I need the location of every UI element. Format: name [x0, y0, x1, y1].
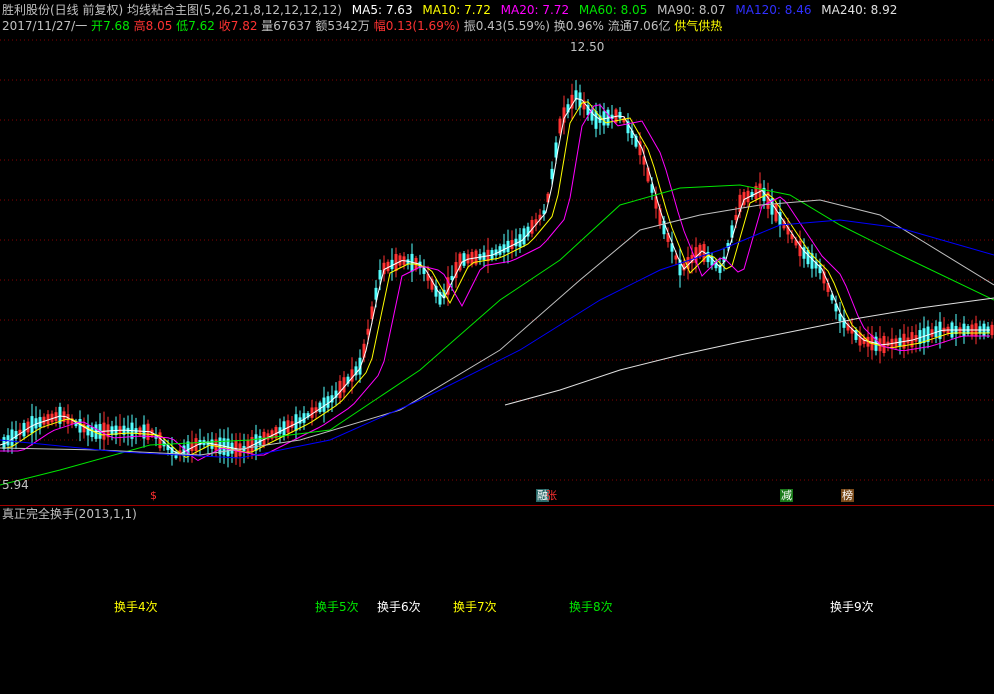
high-value: 8.05	[145, 19, 173, 33]
ma120-label: MA120:	[735, 3, 781, 17]
ma120-line	[0, 219, 994, 459]
candle-body	[254, 434, 258, 451]
ma90-label: MA90:	[657, 3, 696, 17]
ma60-label: MA60:	[578, 3, 617, 17]
ma120-value: 8.46	[784, 3, 812, 17]
turnover-label-4: 换手4次	[114, 600, 158, 614]
candle-body	[522, 228, 526, 245]
candle-body	[14, 431, 18, 439]
candle-body	[390, 259, 394, 270]
candle-body	[326, 396, 330, 408]
candlestick-chart[interactable]	[0, 0, 994, 505]
change-value: 0.13(1.69%)	[385, 19, 460, 33]
bang-marker[interactable]: 榜	[841, 489, 854, 502]
ma20-line	[0, 104, 990, 462]
turnover-label-8: 换手8次	[569, 600, 613, 614]
candle-body	[838, 313, 842, 322]
candle-body	[618, 111, 622, 119]
panel-divider	[0, 505, 994, 506]
quote-bar: 2017/11/27/一 开7.68 高8.05 低7.62 收7.82 量67…	[2, 18, 722, 34]
candle-body	[806, 249, 810, 265]
candle-body	[550, 168, 554, 180]
ma5-label: MA5:	[351, 3, 383, 17]
candle-body	[318, 402, 322, 413]
ma10-label: MA10:	[422, 3, 461, 17]
ma20-value: 7.72	[542, 3, 570, 17]
candle-body	[302, 413, 306, 423]
turnover-label-6: 换手6次	[377, 600, 421, 614]
ma240-label: MA240:	[821, 3, 867, 17]
candle-body	[498, 246, 502, 255]
candle-body	[462, 253, 466, 266]
ma5-value: 7.63	[385, 3, 413, 17]
candle-body	[90, 426, 94, 438]
candle-body	[258, 435, 262, 446]
low-label: 低	[176, 19, 189, 33]
candle-body	[378, 270, 382, 280]
candle-body	[650, 184, 654, 193]
candle-body	[494, 249, 498, 256]
close-value: 7.82	[230, 19, 258, 33]
candle-body	[594, 111, 598, 129]
amplitude-value: 振0.43(5.59%)	[463, 19, 550, 33]
min-price-label: 5.94	[2, 478, 29, 492]
open-label: 开	[91, 19, 104, 33]
ma90-value: 8.07	[698, 3, 726, 17]
ma10-value: 7.72	[464, 3, 491, 17]
volume-value: 量67637	[261, 19, 312, 33]
low-value: 7.62	[188, 19, 215, 33]
candle-body	[322, 397, 326, 412]
chart-title: 胜利股份(日线 前复权) 均线粘合主图(5,26,21,8,12,12,12,1…	[2, 3, 342, 17]
turnover-label-5: 换手5次	[315, 600, 359, 614]
quote-date: 2017/11/27/一	[2, 19, 88, 33]
zhang-marker[interactable]: 张	[545, 489, 558, 502]
candle-body	[78, 419, 82, 433]
candle-body	[10, 429, 14, 446]
max-price-label: 12.50	[570, 40, 605, 54]
change-label: 幅	[373, 19, 386, 33]
jian-marker[interactable]: 减	[780, 489, 793, 502]
candle-body	[518, 234, 522, 247]
candle-body	[86, 425, 90, 436]
candle-body	[506, 240, 510, 253]
candle-body	[450, 275, 454, 281]
indicator-header: 胜利股份(日线 前复权) 均线粘合主图(5,26,21,8,12,12,12,1…	[2, 2, 897, 18]
turnover-value: 换0.96%	[553, 19, 604, 33]
dollar-marker[interactable]: $	[150, 489, 157, 502]
ma240-value: 8.92	[870, 3, 898, 17]
turnover-label-7: 换手7次	[453, 600, 497, 614]
candle-body	[282, 421, 286, 436]
candle-body	[278, 427, 282, 434]
candle-body	[30, 416, 34, 434]
close-label: 收	[218, 19, 231, 33]
open-value: 7.68	[103, 19, 130, 33]
ma20-label: MA20:	[500, 3, 539, 17]
candle-body	[830, 294, 834, 301]
indicator-title: 真正完全换手(2013,1,1)	[2, 507, 137, 521]
candle-body	[294, 414, 298, 431]
ma60-value: 8.05	[620, 3, 648, 17]
float-cap-value: 流通7.06亿	[607, 19, 671, 33]
high-label: 高	[133, 19, 146, 33]
turnover-label-9: 换手9次	[830, 600, 874, 614]
candle-body	[514, 238, 518, 247]
candle-body	[22, 422, 26, 437]
candle-body	[502, 244, 506, 253]
amount-value: 额5342万	[315, 19, 370, 33]
sector-tag[interactable]: 供气供热	[674, 19, 722, 33]
